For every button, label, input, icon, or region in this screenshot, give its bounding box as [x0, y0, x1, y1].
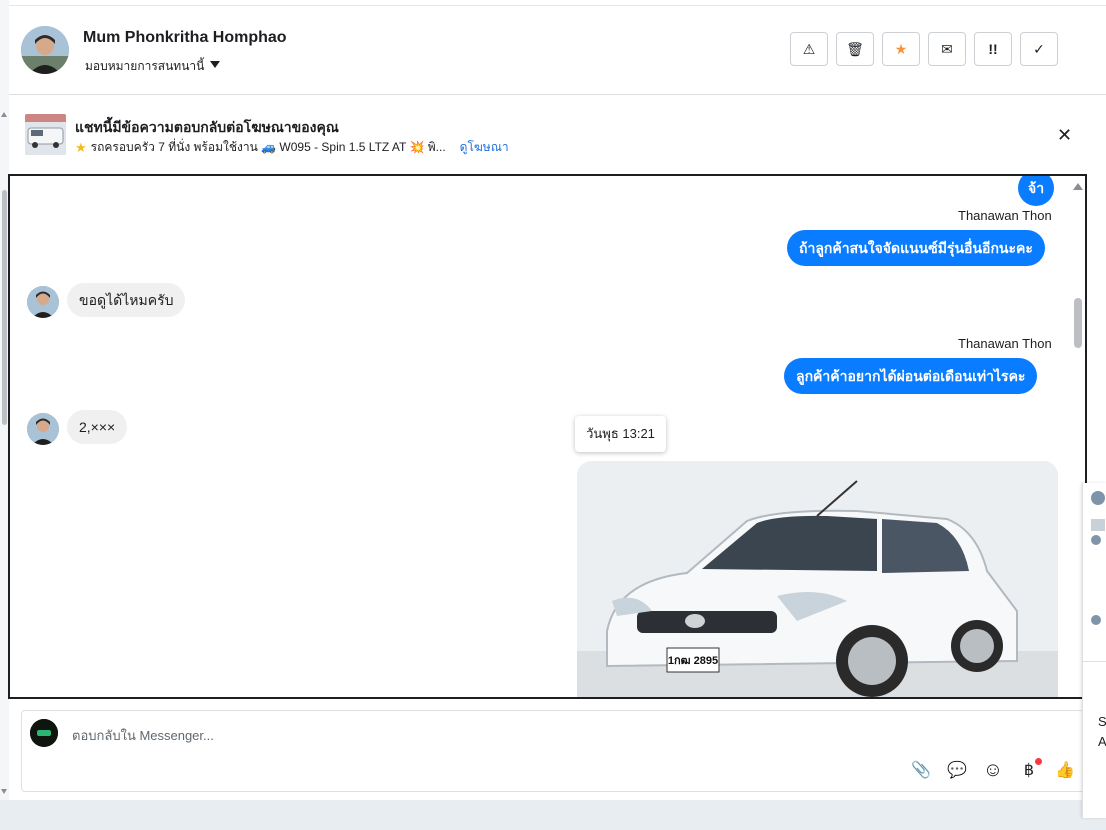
mark-done-button[interactable]: ✓: [1020, 32, 1058, 66]
emoji-icon: ☺: [982, 758, 1004, 781]
chevron-down-icon: [210, 61, 221, 68]
avatar: [1091, 615, 1101, 625]
sender-name: Thanawan Thon: [958, 336, 1052, 351]
saved-reply-icon: 💬: [947, 762, 967, 779]
scroll-up-arrow[interactable]: [1, 112, 7, 117]
report-button[interactable]: ⚠: [790, 32, 828, 66]
avatar: [1091, 535, 1101, 545]
outgoing-message[interactable]: ลูกค้าค้าอยากได้ผ่อนต่อเดือนเท่าไรคะ: [784, 358, 1038, 394]
avatar[interactable]: [1091, 491, 1105, 505]
contact-avatar-small[interactable]: [27, 286, 59, 318]
star-icon: ★: [894, 40, 908, 57]
saved-replies-button[interactable]: 💬: [945, 758, 969, 782]
attach-button[interactable]: 📎: [909, 758, 933, 782]
page-avatar: [30, 719, 58, 747]
thumbs-up-icon: 👍: [1055, 762, 1075, 779]
side-chat-panel[interactable]: Se A: [1082, 483, 1106, 818]
bottom-bar: [0, 800, 1106, 830]
scroll-thumb[interactable]: [1074, 298, 1082, 348]
car-photo[interactable]: 1กฒ 2895: [577, 461, 1058, 697]
ad-description: รถครอบครัว 7 ที่นั่ง พร้อมใช้งาน 🚙 W095 …: [90, 140, 446, 154]
assign-label: มอบหมายการสนทนานี้: [85, 59, 205, 73]
payment-button[interactable]: ฿: [1017, 758, 1042, 782]
close-icon[interactable]: ✕: [1057, 125, 1072, 146]
incoming-message[interactable]: 2,×××: [67, 410, 128, 444]
ad-banner-title: แชทนี้มีข้อความตอบกลับต่อโฆษณาของคุณ: [75, 119, 339, 135]
timestamp-tooltip: วันพุธ 13:21: [575, 416, 666, 452]
trash-icon: 🗑: [846, 40, 864, 57]
star-emoji-icon: ★: [75, 139, 87, 155]
message-thread[interactable]: จ้า Thanawan Thon ถ้าลูกค้าสนใจจัดแนนซ์ม…: [8, 174, 1087, 699]
delete-button[interactable]: 🗑: [836, 32, 874, 66]
emoji-button[interactable]: ☺: [981, 758, 1005, 782]
like-button[interactable]: 👍: [1053, 758, 1077, 782]
contact-avatar-small[interactable]: [27, 413, 59, 445]
envelope-icon: ✉: [941, 40, 953, 57]
card-text: Se: [1098, 714, 1106, 729]
ad-thumbnail: [1091, 519, 1105, 531]
incoming-message[interactable]: ขอดูได้ไหมครับ: [67, 283, 186, 317]
follow-up-button[interactable]: !!: [974, 32, 1012, 66]
ad-thumbnail[interactable]: [25, 114, 66, 155]
follow-up-icon: !!: [988, 41, 998, 57]
card-text: A: [1098, 734, 1106, 749]
outgoing-message[interactable]: จ้า: [1018, 176, 1055, 206]
conversation-header: Mum Phonkritha Homphao มอบหมายการสนทนานี…: [9, 6, 1106, 95]
contact-name: Mum Phonkritha Homphao: [83, 29, 287, 46]
assign-conversation-dropdown[interactable]: มอบหมายการสนทนานี้: [85, 57, 221, 76]
outgoing-message[interactable]: ถ้าลูกค้าสนใจจัดแนนซ์มีรุ่นอื่นอีกนะคะ: [787, 230, 1045, 266]
notification-card[interactable]: Se A: [1083, 661, 1106, 802]
sender-name: Thanawan Thon: [958, 208, 1052, 223]
contact-avatar[interactable]: [21, 26, 69, 74]
mark-unread-button[interactable]: ✉: [928, 32, 966, 66]
view-ad-link[interactable]: ดูโฆษณา: [460, 138, 509, 157]
paperclip-icon: 📎: [911, 762, 931, 779]
scroll-up-arrow[interactable]: [1073, 183, 1083, 190]
scroll-down-arrow[interactable]: [1, 789, 7, 794]
warning-icon: ⚠: [802, 40, 816, 57]
payment-icon: ฿: [1023, 762, 1035, 779]
star-button[interactable]: ★: [882, 32, 920, 66]
action-toolbar: ⚠ 🗑 ★ ✉ !! ✓: [790, 32, 1058, 66]
composer-toolbar: 📎 💬 ☺ ฿ 👍: [909, 758, 1077, 782]
reply-input[interactable]: [70, 723, 874, 747]
reply-composer: 📎 💬 ☺ ฿ 👍: [21, 710, 1086, 792]
notification-dot: [1035, 758, 1042, 765]
check-icon: ✓: [1033, 40, 1045, 57]
ad-reply-banner: แชทนี้มีข้อความตอบกลับต่อโฆษณาของคุณ ★ ร…: [9, 95, 1106, 173]
license-plate: 1กฒ 2895: [668, 655, 718, 667]
scroll-thumb[interactable]: [2, 190, 7, 425]
ad-description-row: ★ รถครอบครัว 7 ที่นั่ง พร้อมใช้งาน 🚙 W09…: [75, 138, 509, 157]
